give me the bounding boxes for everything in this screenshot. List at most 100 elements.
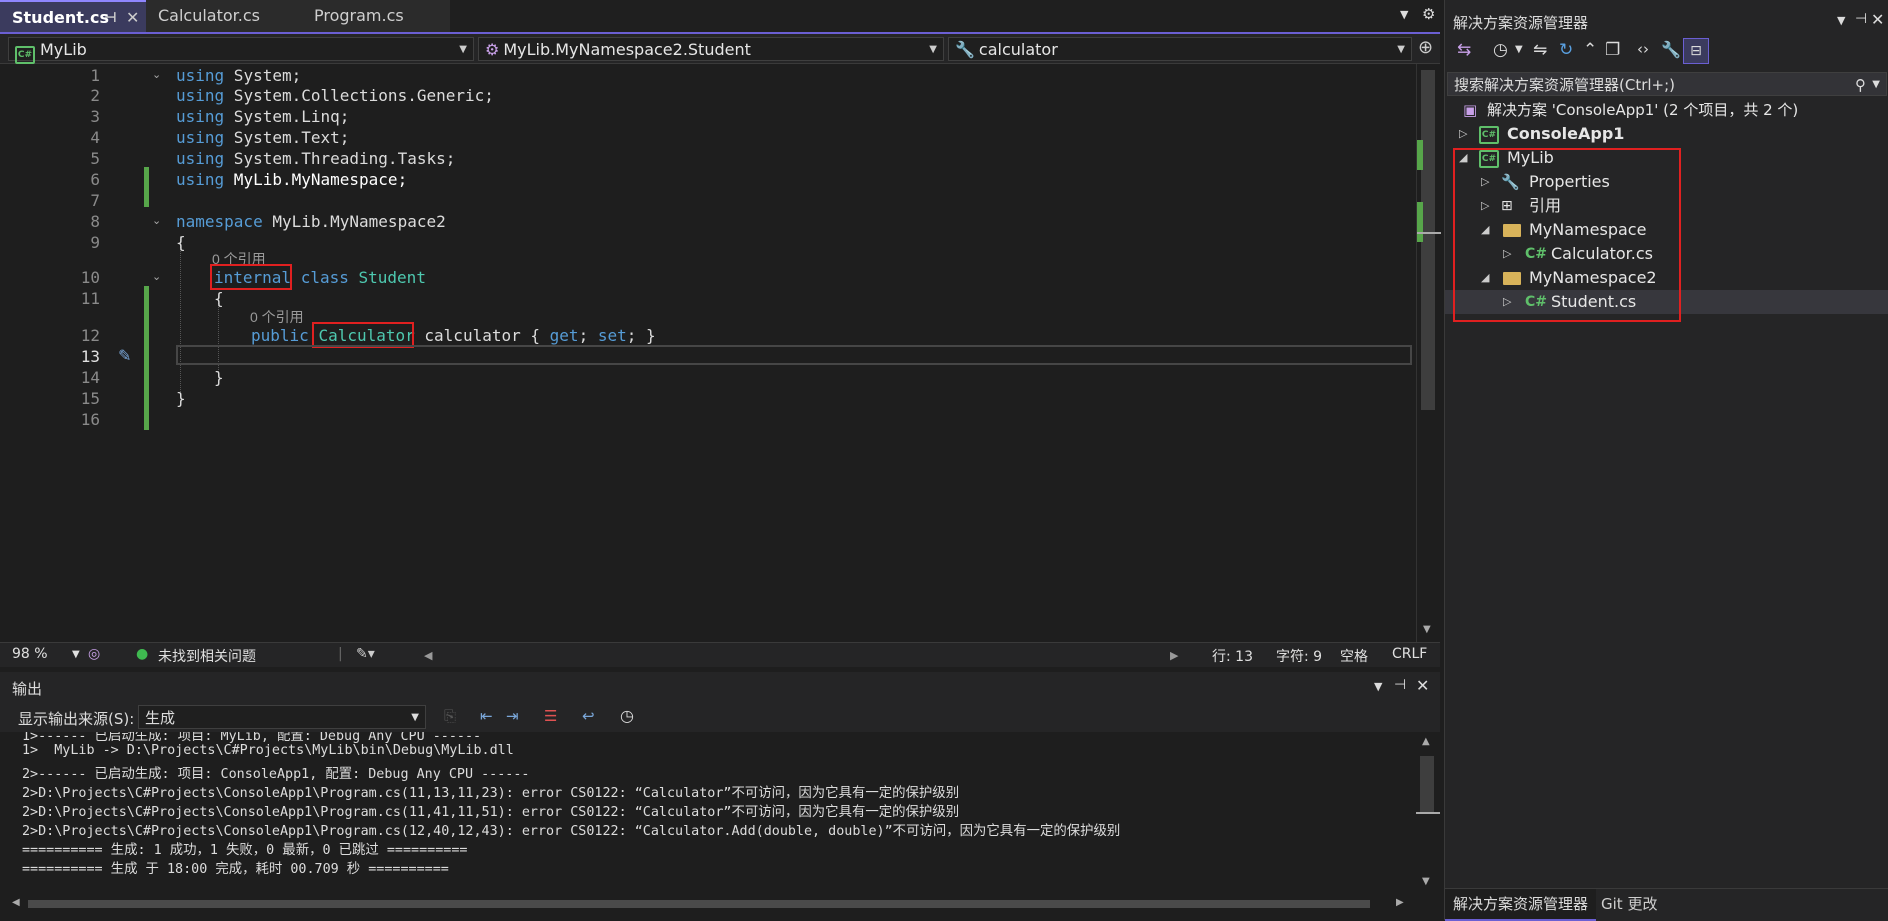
tab-calculator-cs[interactable]: Calculator.cs xyxy=(146,0,302,32)
view-code-icon[interactable]: ‹› xyxy=(1637,40,1649,58)
clear-all-icon[interactable]: ☰ xyxy=(544,707,557,725)
pin-icon[interactable]: ⊣ xyxy=(104,2,117,34)
line-number-current: 13 xyxy=(80,347,100,366)
output-horizontal-scrollbar[interactable]: ◀ ▶ xyxy=(0,894,1416,914)
collapse-toggle[interactable]: ⌄ xyxy=(152,270,161,283)
scroll-left-icon[interactable]: ◀ xyxy=(12,897,20,908)
code-line-2: using System.Collections.Generic; xyxy=(176,86,494,105)
output-toolbar: 显示输出来源(S): 生成 ▼ ⎘ ⇤ ⇥ ☰ ↩ ◷ xyxy=(0,702,1440,732)
editor-vertical-scrollbar[interactable]: ▼ xyxy=(1416,64,1441,642)
previous-message-icon[interactable]: ⇤ xyxy=(480,707,493,725)
scroll-down-icon[interactable]: ▼ xyxy=(1422,876,1430,887)
line-indicator[interactable]: 行: 13 xyxy=(1212,646,1253,666)
chevron-down-icon[interactable]: ▼ xyxy=(72,649,80,660)
close-icon[interactable]: ✕ xyxy=(1416,676,1429,695)
output-line: ========== 生成: 1 成功，1 失败，0 最新，0 已跳过 ====… xyxy=(22,843,468,858)
search-placeholder: 搜索解决方案资源管理器(Ctrl+;) xyxy=(1454,76,1676,94)
zoom-level[interactable]: 98 % xyxy=(12,646,48,662)
quick-actions-icon[interactable]: ✎ xyxy=(118,346,131,365)
scrollbar-thumb[interactable] xyxy=(1421,70,1435,410)
output-vertical-scrollbar[interactable]: ▲ ▼ xyxy=(1416,732,1440,894)
issues-status[interactable]: 未找到相关问题 xyxy=(158,646,256,666)
tab-label: Program.cs xyxy=(314,6,404,25)
chevron-down-icon[interactable]: ▼ xyxy=(1374,680,1382,693)
output-panel-header: 输出 ▼ ⊣ ✕ xyxy=(0,672,1440,702)
divider: | xyxy=(338,646,343,662)
code-line-5: using System.Threading.Tasks; xyxy=(176,149,456,168)
indent-guide xyxy=(180,236,181,396)
pin-icon[interactable]: ⊣ xyxy=(1855,11,1867,27)
sync-view-icon[interactable]: ⇆ xyxy=(1457,40,1471,60)
code-cleanup-icon[interactable]: ✎▾ xyxy=(356,646,375,662)
properties-wrench-icon[interactable]: 🔧 xyxy=(1661,40,1681,59)
scroll-left-icon[interactable]: ◀ xyxy=(424,649,432,662)
type-dropdown[interactable]: ⚙ MyLib.MyNamespace2.Student ▼ xyxy=(478,37,944,61)
pin-icon[interactable]: ⊣ xyxy=(1394,677,1406,693)
code-line-15: } xyxy=(176,389,186,408)
next-message-icon[interactable]: ⇥ xyxy=(506,707,519,725)
tree-item-solution[interactable]: ▣ 解决方案 'ConsoleApp1' (2 个项目，共 2 个) xyxy=(1445,98,1888,122)
preview-selected-icon[interactable]: ⊟ xyxy=(1683,38,1709,64)
collapse-toggle[interactable]: ⌄ xyxy=(152,68,161,81)
panel-tab-strip: 解决方案资源管理器 Git 更改 xyxy=(1445,888,1888,921)
wrench-icon: 🔧 xyxy=(955,40,975,59)
show-all-files-icon[interactable]: ❐ xyxy=(1605,40,1620,60)
tab-git-changes[interactable]: Git 更改 xyxy=(1601,889,1657,919)
chevron-down-icon: ▼ xyxy=(929,44,937,55)
output-line: 2>D:\Projects\C#Projects\ConsoleApp1\Pro… xyxy=(22,786,960,801)
scroll-down-icon[interactable]: ▼ xyxy=(1423,624,1431,635)
chevron-down-icon[interactable]: ▼ xyxy=(1515,44,1523,55)
scroll-right-icon[interactable]: ▶ xyxy=(1170,649,1178,662)
solution-explorer: 解决方案资源管理器 ▼ ⊣ ✕ ⇆ ◷ ▼ ⇋ ↻ ⌃ ❐ ‹› 🔧 ⊟ 搜索解… xyxy=(1444,0,1888,921)
word-wrap-icon[interactable]: ↩ xyxy=(582,707,595,725)
output-source-dropdown[interactable]: 生成 ▼ xyxy=(138,705,426,729)
line-number: 5 xyxy=(90,149,100,168)
collapse-all-icon[interactable]: ⌃ xyxy=(1583,40,1597,60)
scrollbar-thumb[interactable] xyxy=(28,900,1370,908)
collapse-toggle[interactable]: ⌄ xyxy=(152,214,161,227)
solution-search-input[interactable]: 搜索解决方案资源管理器(Ctrl+;) ⚲ ▼ xyxy=(1447,72,1887,96)
expand-icon[interactable]: ▷ xyxy=(1459,122,1467,146)
line-number: 16 xyxy=(80,410,100,429)
history-icon[interactable]: ◷ xyxy=(1493,40,1508,60)
clock-icon[interactable]: ◷ xyxy=(620,706,634,725)
output-text-area[interactable]: 1>------ 已启动生成: 项目: MyLib, 配置: Debug Any… xyxy=(0,732,1416,894)
scroll-right-icon[interactable]: ▶ xyxy=(1396,897,1404,908)
change-marker xyxy=(1417,202,1423,242)
whitespace-indicator[interactable]: 空格 xyxy=(1340,646,1368,666)
tab-program-cs[interactable]: Program.cs xyxy=(302,0,450,32)
goto-message-icon[interactable]: ⎘ xyxy=(444,707,456,725)
member-dropdown-value: calculator xyxy=(978,40,1058,59)
line-ending-indicator[interactable]: CRLF xyxy=(1392,646,1427,662)
member-dropdown[interactable]: 🔧 calculator ▼ xyxy=(948,37,1412,61)
csharp-project-icon: C# xyxy=(1479,126,1499,144)
chevron-down-icon[interactable]: ▼ xyxy=(1872,73,1880,97)
gear-icon[interactable]: ⚙ xyxy=(1422,5,1435,23)
line-number: 4 xyxy=(90,128,100,147)
line-number: 10 xyxy=(80,268,100,287)
highlight-box-mylib-tree xyxy=(1453,148,1681,322)
search-icon: ⚲ xyxy=(1855,76,1866,94)
highlight-box-internal xyxy=(210,264,292,290)
chevron-down-icon[interactable]: ▼ xyxy=(1837,14,1845,27)
pending-changes-icon[interactable]: ⇋ xyxy=(1533,40,1547,60)
codelens-references[interactable]: 0 个引用 xyxy=(250,307,304,327)
scroll-up-icon[interactable]: ▲ xyxy=(1422,736,1430,747)
tab-student-cs[interactable]: Student.cs ⊣ ✕ xyxy=(0,0,146,32)
line-number: 1 xyxy=(90,66,100,85)
copilot-icon[interactable]: ◎ xyxy=(88,646,100,662)
code-line-8: namespace MyLib.MyNamespace2 xyxy=(176,212,446,231)
close-icon[interactable]: ✕ xyxy=(1871,10,1884,29)
code-line-9: { xyxy=(176,233,186,252)
tab-solution-explorer[interactable]: 解决方案资源管理器 xyxy=(1445,889,1597,921)
scrollbar-thumb[interactable] xyxy=(1420,756,1434,814)
tree-item-consoleapp1[interactable]: ▷ C# ConsoleApp1 xyxy=(1445,122,1888,146)
line-number: 15 xyxy=(80,389,100,408)
split-window-icon[interactable]: ⊕ xyxy=(1418,37,1433,58)
close-icon[interactable]: ✕ xyxy=(126,2,139,34)
refresh-icon[interactable]: ↻ xyxy=(1559,40,1573,60)
tab-list-dropdown-icon[interactable]: ▼ xyxy=(1400,8,1408,21)
project-dropdown[interactable]: C# MyLib ▼ xyxy=(8,37,474,64)
char-indicator[interactable]: 字符: 9 xyxy=(1276,646,1322,666)
line-number: 11 xyxy=(80,289,100,308)
